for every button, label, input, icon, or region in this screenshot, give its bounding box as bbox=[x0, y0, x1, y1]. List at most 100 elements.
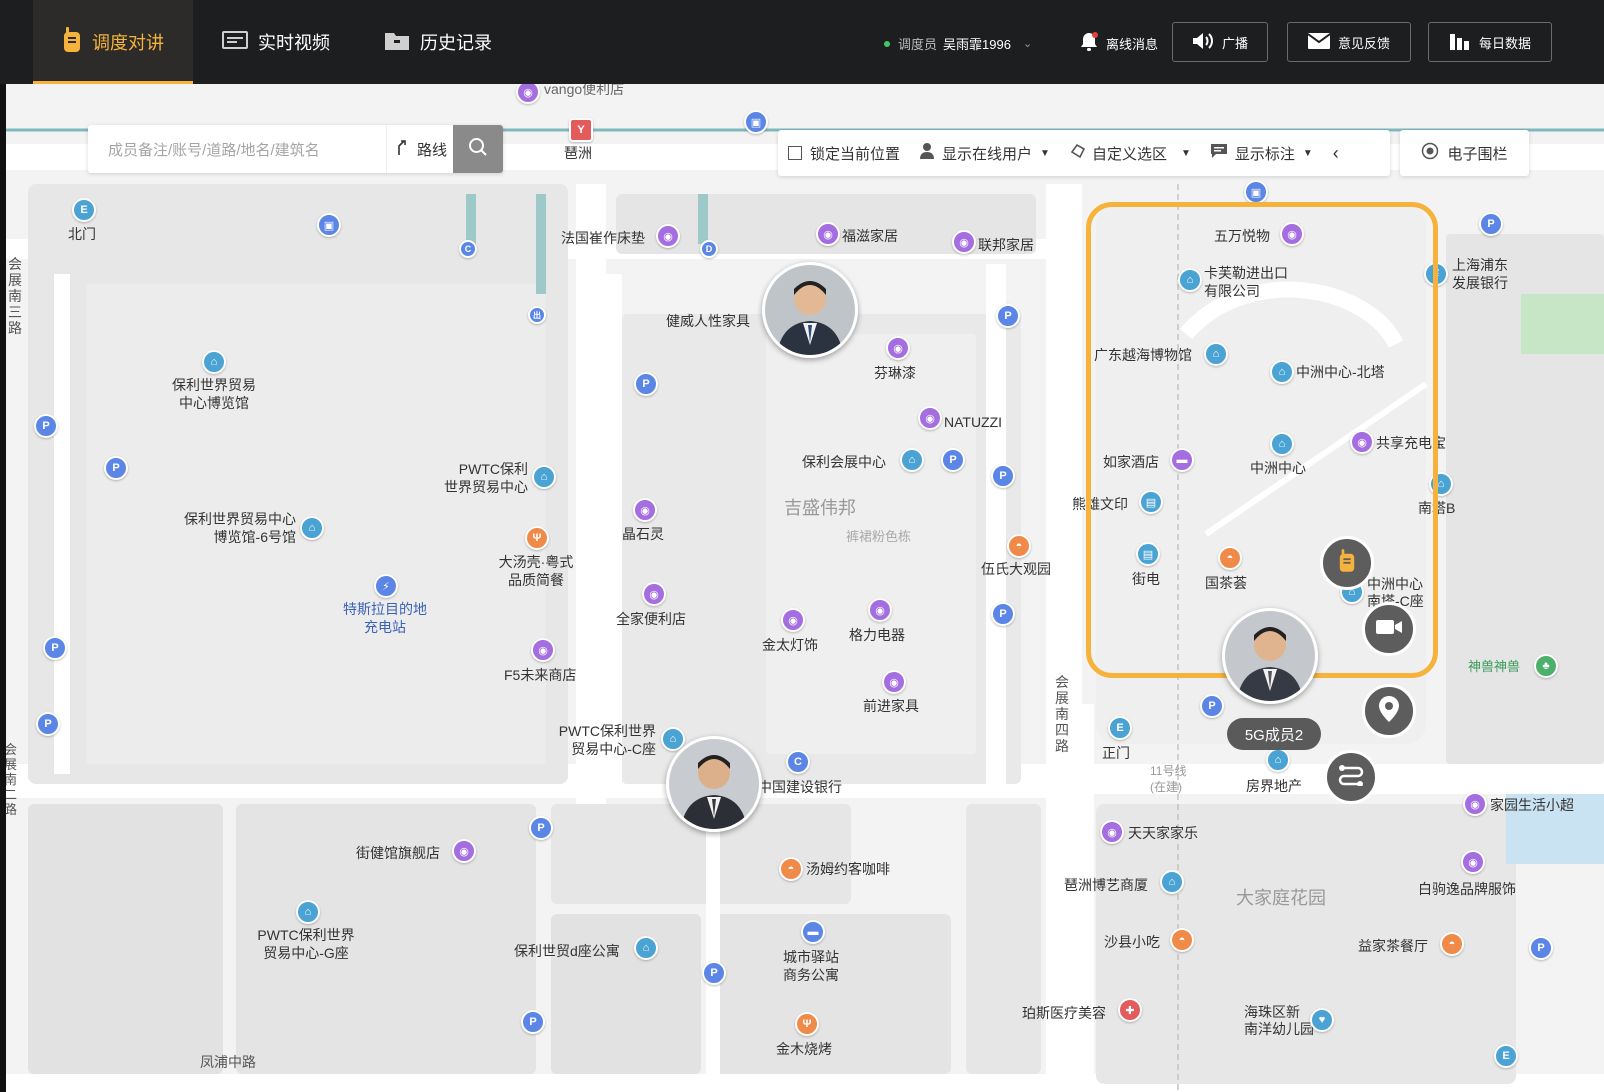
tab-live-video-label: 实时视频 bbox=[258, 33, 330, 53]
shop-pin-icon[interactable]: ◉ bbox=[1461, 850, 1485, 874]
building-icon[interactable]: ⌂ bbox=[532, 465, 556, 489]
metro-station-icon[interactable]: Y bbox=[569, 118, 593, 142]
tab-dispatch-intercom[interactable]: 调度对讲 bbox=[33, 0, 193, 84]
parking-icon[interactable]: P bbox=[521, 1010, 545, 1034]
geofence-button[interactable]: 电子围栏 bbox=[1400, 130, 1529, 176]
parking-icon[interactable]: P bbox=[1200, 694, 1224, 718]
street-label: 会展南四路 bbox=[1055, 674, 1069, 754]
parking-icon[interactable]: P bbox=[104, 456, 128, 480]
parking-icon[interactable]: P bbox=[941, 448, 965, 472]
caret-down-icon: ▼ bbox=[1040, 147, 1050, 159]
street-label: 会展南二路 bbox=[6, 742, 18, 817]
shop-pin-icon[interactable]: ◉ bbox=[882, 670, 906, 694]
map-canvas[interactable]: 吉盛伟邦 大家庭花园 裤裙粉色栋 会展南三路 会展南四路 凤浦中路 会展南二路 … bbox=[6, 84, 1604, 1092]
entrance-d-icon[interactable]: D bbox=[700, 240, 718, 258]
locate-fab[interactable] bbox=[1362, 684, 1416, 738]
bus-stop-icon[interactable]: ▣ bbox=[744, 110, 768, 134]
parking-icon[interactable]: P bbox=[43, 636, 67, 660]
building-icon[interactable]: ⌂ bbox=[900, 448, 924, 472]
poi-label: 保利世贸d座公寓 bbox=[514, 943, 620, 959]
bank-icon[interactable]: C bbox=[786, 750, 810, 774]
user-icon bbox=[920, 143, 935, 163]
building-icon[interactable]: ⌂ bbox=[634, 936, 658, 960]
parking-icon[interactable]: P bbox=[991, 602, 1015, 626]
broadcast-button[interactable]: 广播 bbox=[1172, 22, 1268, 62]
intercom-fab[interactable] bbox=[1320, 536, 1374, 590]
poi-label: 芬琳漆 bbox=[874, 365, 916, 381]
bus-stop-icon[interactable]: ▣ bbox=[1244, 180, 1268, 204]
building-icon[interactable]: ⌂ bbox=[300, 516, 324, 540]
walkie-talkie-icon bbox=[62, 26, 82, 58]
parking-icon[interactable]: P bbox=[529, 816, 553, 840]
parking-icon[interactable]: P bbox=[634, 372, 658, 396]
shop-pin-icon[interactable]: ◉ bbox=[868, 598, 892, 622]
feedback-button[interactable]: 意见反馈 bbox=[1287, 22, 1411, 62]
selected-member-avatar[interactable] bbox=[1222, 608, 1318, 704]
offline-messages-button[interactable]: 离线消息 bbox=[1080, 32, 1158, 55]
member-avatar[interactable] bbox=[762, 262, 858, 358]
clinic-icon[interactable]: ✚ bbox=[1118, 998, 1142, 1022]
shop-pin-icon[interactable]: ◉ bbox=[781, 608, 805, 632]
parking-icon[interactable]: P bbox=[36, 712, 60, 736]
cafe-icon[interactable]: ◓ bbox=[779, 857, 803, 881]
building-icon[interactable]: ⌂ bbox=[1266, 748, 1290, 772]
show-online-users-dropdown[interactable]: 显示在线用户 ▼ bbox=[910, 130, 1060, 176]
hotel-icon[interactable]: ▬ bbox=[801, 920, 825, 944]
kindergarten-icon[interactable]: ♥ bbox=[1310, 1008, 1334, 1032]
shop-pin-icon[interactable]: ◉ bbox=[531, 638, 555, 662]
gate-pin-icon[interactable]: E bbox=[1108, 716, 1132, 740]
member-name-badge[interactable]: 5G成员2 bbox=[1227, 718, 1321, 750]
collapse-toolbar-button[interactable]: ‹ bbox=[1323, 130, 1349, 176]
daily-data-button[interactable]: 每日数据 bbox=[1428, 22, 1552, 62]
building-icon[interactable]: ⌂ bbox=[296, 900, 320, 924]
video-call-fab[interactable] bbox=[1362, 602, 1416, 656]
parking-icon[interactable]: P bbox=[991, 464, 1015, 488]
restaurant-icon[interactable]: ◓ bbox=[1007, 534, 1031, 558]
shop-pin-icon[interactable]: ◉ bbox=[816, 222, 840, 246]
restaurant-icon[interactable]: ◓ bbox=[1440, 932, 1464, 956]
shop-pin-icon[interactable]: ◉ bbox=[1100, 820, 1124, 844]
gate-pin-icon[interactable]: E bbox=[1494, 1044, 1518, 1068]
poi-label: 天天家家乐 bbox=[1128, 825, 1198, 841]
tab-live-video[interactable]: 实时视频 bbox=[222, 0, 330, 84]
dispatcher-selector[interactable]: 调度员 吴雨霏1996 ⌄ bbox=[884, 34, 1032, 53]
charging-station-icon[interactable]: ⚡ bbox=[374, 574, 398, 598]
poi-label: 联邦家居 bbox=[978, 237, 1034, 253]
shop-pin-icon[interactable]: ◉ bbox=[918, 406, 942, 430]
track-route-fab[interactable] bbox=[1324, 750, 1378, 804]
parking-icon[interactable]: P bbox=[1529, 936, 1553, 960]
restaurant-icon[interactable]: ◓ bbox=[1170, 928, 1194, 952]
restaurant-icon[interactable]: Ψ bbox=[795, 1012, 819, 1036]
lock-position-toggle[interactable]: 锁定当前位置 bbox=[778, 130, 910, 176]
poi-label: 全家便利店 bbox=[616, 611, 686, 627]
parking-icon[interactable]: P bbox=[1479, 212, 1503, 236]
poi-label: 法国崔作床垫 bbox=[561, 230, 645, 246]
shop-pin-icon[interactable]: ◉ bbox=[952, 230, 976, 254]
parking-icon[interactable]: P bbox=[996, 304, 1020, 328]
exit-icon[interactable]: 出 bbox=[528, 306, 546, 324]
parking-icon[interactable]: P bbox=[702, 961, 726, 985]
route-button[interactable]: 路线 bbox=[386, 125, 455, 173]
search-input[interactable] bbox=[106, 137, 370, 163]
shop-pin-icon[interactable]: ◉ bbox=[886, 336, 910, 360]
show-markers-dropdown[interactable]: 显示标注 ▼ bbox=[1201, 130, 1323, 176]
tab-history[interactable]: 历史记录 bbox=[384, 0, 492, 84]
chevron-left-icon: ‹ bbox=[1332, 142, 1339, 163]
shop-pin-icon[interactable]: ◉ bbox=[452, 839, 476, 863]
member-avatar[interactable] bbox=[666, 736, 762, 832]
bus-stop-icon[interactable]: ▣ bbox=[317, 213, 341, 237]
shop-pin-icon[interactable]: ◉ bbox=[1463, 792, 1487, 816]
exhibition-hall-icon[interactable]: ⌂ bbox=[202, 350, 226, 374]
building-icon[interactable]: ⌂ bbox=[1160, 870, 1184, 894]
entrance-c-icon[interactable]: C bbox=[459, 240, 477, 258]
shop-pin-icon[interactable]: ◉ bbox=[633, 498, 657, 522]
park-icon[interactable]: ♣ bbox=[1534, 654, 1558, 678]
shop-pin-icon[interactable]: ◉ bbox=[642, 582, 666, 606]
shop-pin-icon[interactable]: ◉ bbox=[656, 224, 680, 248]
parking-icon[interactable]: P bbox=[34, 414, 58, 438]
search-button[interactable] bbox=[453, 125, 503, 173]
walkie-talkie-icon bbox=[1338, 548, 1356, 578]
restaurant-icon[interactable]: Ψ bbox=[525, 526, 549, 550]
custom-select-dropdown[interactable]: 自定义选区 ▼ bbox=[1060, 130, 1201, 176]
gate-pin-icon[interactable]: E bbox=[72, 198, 96, 222]
